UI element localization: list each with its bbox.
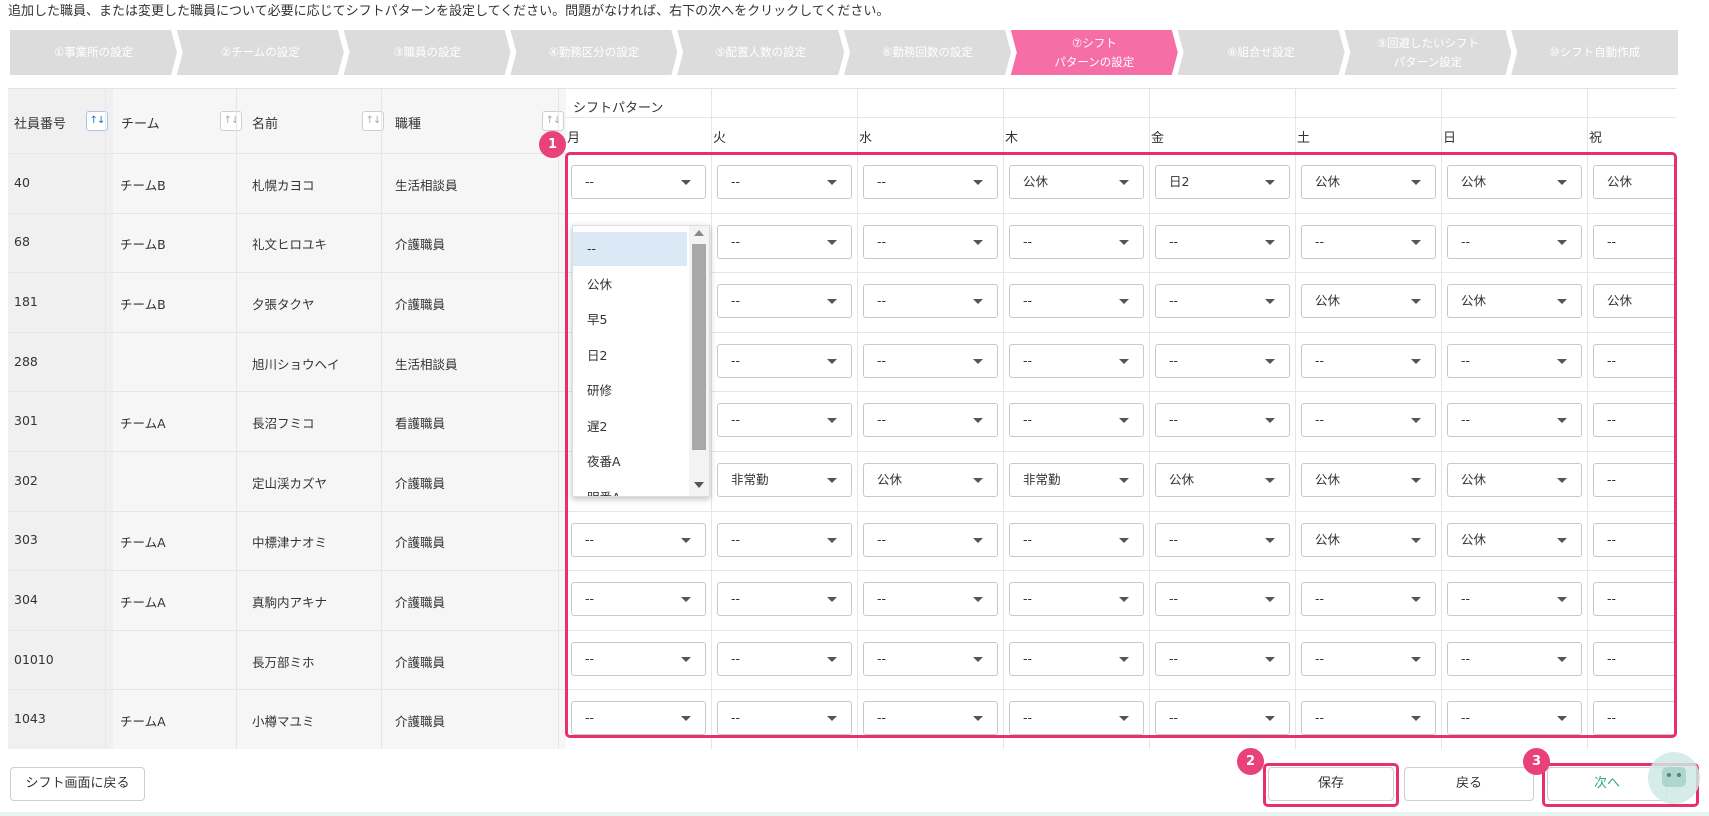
step-2[interactable]: ②チームの設定: [177, 30, 344, 75]
back-to-shift-button[interactable]: シフト画面に戻る: [10, 767, 145, 801]
staff-id-cell: 40: [14, 174, 30, 190]
assistant-robot-icon[interactable]: [1648, 752, 1700, 804]
header-job: 職種: [395, 117, 422, 132]
name-cell: 札幌カヨコ: [252, 177, 315, 193]
staff-id-cell: 68: [14, 234, 30, 250]
name-cell: 小樽マユミ: [252, 714, 315, 730]
step-10[interactable]: ⑩シフト自動作成: [1511, 30, 1679, 75]
robot-eye-right: [1677, 773, 1681, 777]
badge-3: 3: [1523, 748, 1550, 775]
scroll-down-icon[interactable]: [694, 482, 704, 488]
dropdown-option[interactable]: 公休: [573, 268, 687, 302]
team-cell: チームA: [120, 595, 166, 610]
staff-id-cell: 304: [14, 592, 38, 607]
instruction-text: 追加した職員、または変更した職員について必要に応じてシフトパターンを設定してくだ…: [8, 4, 890, 19]
name-cell: 夕張タクヤ: [252, 297, 315, 312]
team-cell: チームA: [120, 535, 166, 551]
header-day-0: 月: [567, 131, 581, 146]
shift-dropdown-list[interactable]: -- 公休 早5 日2 研修 遅2 夜番A 明番A: [572, 225, 710, 497]
job-cell: 介護職員: [395, 714, 446, 730]
scrollbar-thumb[interactable]: [692, 244, 706, 450]
team-cell: チームB: [120, 177, 166, 193]
header-shift-pattern: シフトパターン: [573, 101, 664, 116]
staff-id-cell: 181: [14, 294, 38, 309]
scroll-up-icon[interactable]: [694, 230, 704, 236]
name-cell: 礼文ヒロユキ: [252, 237, 328, 253]
staff-id-cell: 302: [14, 472, 38, 488]
header-day-2: 水: [859, 131, 873, 146]
dropdown-scrollbar[interactable]: [689, 226, 709, 496]
robot-face: [1662, 767, 1686, 787]
step-6[interactable]: ⑥勤務回数の設定: [844, 30, 1011, 75]
shift-grid-highlight: [565, 152, 1677, 738]
column-divider: [105, 89, 106, 749]
job-cell: 生活相談員: [395, 356, 458, 372]
job-cell: 介護職員: [395, 595, 446, 610]
step-4[interactable]: ④勤務区分の設定: [510, 30, 677, 75]
dropdown-option[interactable]: 明番A: [573, 481, 687, 497]
header-day-5: 土: [1297, 131, 1311, 146]
dropdown-option[interactable]: 夜番A: [573, 445, 687, 479]
name-cell: 旭川ショウヘイ: [252, 356, 340, 372]
name-cell: 長万部ミホ: [252, 654, 315, 670]
step-8[interactable]: ⑧組合せ設定: [1178, 30, 1345, 75]
column-divider: [558, 89, 559, 749]
job-cell: 介護職員: [395, 475, 446, 491]
staff-id-cell: 301: [14, 413, 38, 429]
step-9[interactable]: ⑨回避したいシフト パターン設定: [1344, 30, 1511, 75]
robot-eye-left: [1667, 773, 1671, 777]
header-day-7: 祝: [1589, 131, 1603, 146]
step-3[interactable]: ③職員の設定: [344, 30, 511, 75]
staff-id-cell: 288: [14, 353, 38, 369]
column-divider: [236, 89, 237, 749]
staff-id-cell: 303: [14, 532, 38, 548]
dropdown-option[interactable]: 日2: [573, 339, 687, 373]
job-cell: 介護職員: [395, 297, 446, 312]
dropdown-option[interactable]: 研修: [573, 374, 687, 408]
team-cell: チームA: [120, 714, 166, 730]
staff-id-cell: 1043: [14, 711, 46, 727]
subheader-divider: [565, 117, 1676, 118]
step-7[interactable]: ⑦シフト パターンの設定: [1011, 30, 1178, 75]
sort-team-button[interactable]: ↑↓: [220, 111, 242, 131]
header-day-4: 金: [1151, 131, 1165, 146]
header-day-3: 木: [1005, 131, 1019, 146]
job-cell: 介護職員: [395, 535, 446, 551]
badge-1: 1: [539, 131, 566, 158]
save-button[interactable]: 保存: [1268, 767, 1394, 801]
name-cell: 定山渓カズヤ: [252, 475, 328, 491]
team-cell: チームB: [120, 237, 166, 253]
badge-2: 2: [1237, 748, 1264, 775]
header-name: 名前: [252, 117, 279, 132]
header-team: チーム: [121, 117, 160, 132]
job-cell: 介護職員: [395, 654, 446, 670]
dropdown-option[interactable]: 早5: [573, 303, 687, 337]
bottom-strip: [0, 812, 1709, 816]
dropdown-option[interactable]: 遅2: [573, 410, 687, 444]
step-5[interactable]: ⑤配置人数の設定: [677, 30, 844, 75]
header-staff-id: 社員番号: [14, 117, 67, 132]
column-divider: [381, 89, 382, 749]
name-cell: 長沼フミコ: [252, 416, 315, 432]
name-cell: 真駒内アキナ: [252, 595, 328, 610]
job-cell: 看護職員: [395, 416, 446, 432]
header-day-1: 火: [713, 131, 727, 146]
team-cell: チームB: [120, 297, 166, 312]
job-cell: 介護職員: [395, 237, 446, 253]
job-cell: 生活相談員: [395, 177, 458, 193]
step-navigation: ①事業所の設定 ②チームの設定 ③職員の設定 ④勤務区分の設定 ⑤配置人数の設定 ⑥勤務回…: [10, 30, 1679, 75]
name-cell: 中標津ナオミ: [252, 535, 328, 551]
sort-job-button[interactable]: ↑↓: [542, 111, 564, 131]
header-day-6: 日: [1443, 131, 1457, 146]
staff-id-cell: 01010: [14, 651, 54, 667]
back-button[interactable]: 戻る: [1404, 767, 1534, 801]
step-1[interactable]: ①事業所の設定: [10, 30, 177, 75]
team-cell: チームA: [120, 416, 166, 432]
dropdown-option[interactable]: --: [573, 232, 687, 266]
